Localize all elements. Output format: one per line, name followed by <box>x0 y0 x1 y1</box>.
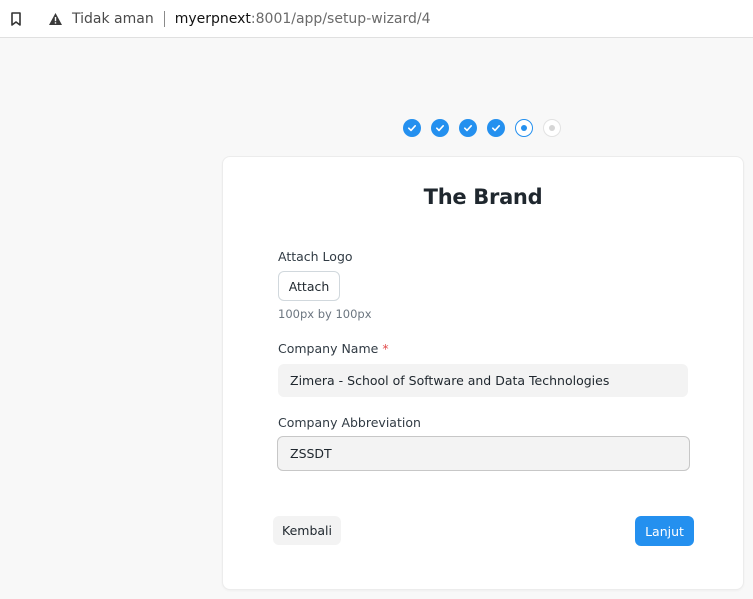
url-path: :8001/app/setup-wizard/4 <box>250 11 431 27</box>
bookmark-icon[interactable] <box>8 11 24 27</box>
wizard-step-6 <box>543 119 561 137</box>
step-dot <box>521 125 527 131</box>
security-label[interactable]: Tidak aman <box>72 11 154 27</box>
wizard-step-5 <box>515 119 533 137</box>
attach-button[interactable]: Attach <box>278 271 340 301</box>
wizard-step-4 <box>487 119 505 137</box>
company-name-label-text: Company Name <box>278 341 379 356</box>
check-icon <box>464 125 472 132</box>
url-host: myerpnext <box>174 11 251 27</box>
wizard-step-indicator <box>403 119 561 137</box>
browser-toolbar: Tidak aman myerpnext:8001/app/setup-wiza… <box>0 0 753 38</box>
wizard-step-2 <box>431 119 449 137</box>
wizard-step-3 <box>459 119 477 137</box>
next-button[interactable]: Lanjut <box>635 516 694 546</box>
page-title: The Brand <box>423 185 543 209</box>
company-name-field[interactable]: Zimera - School of Software and Data Tec… <box>278 364 688 397</box>
company-abbreviation-label: Company Abbreviation <box>278 415 421 430</box>
check-icon <box>492 125 500 132</box>
check-icon <box>408 125 416 132</box>
attach-logo-label: Attach Logo <box>278 249 353 264</box>
required-marker: * <box>382 341 389 356</box>
wizard-step-1 <box>403 119 421 137</box>
step-dot <box>549 125 555 131</box>
warning-icon <box>48 11 64 27</box>
check-icon <box>436 125 444 132</box>
company-name-label: Company Name * <box>278 341 389 356</box>
setup-wizard-card: The Brand Attach Logo Attach 100px by 10… <box>222 156 744 590</box>
logo-size-hint: 100px by 100px <box>278 307 372 321</box>
back-button[interactable]: Kembali <box>273 516 341 545</box>
company-abbreviation-field[interactable]: ZSSDT <box>277 436 690 471</box>
separator <box>163 11 165 27</box>
address-bar[interactable]: Tidak aman myerpnext:8001/app/setup-wiza… <box>38 3 753 35</box>
